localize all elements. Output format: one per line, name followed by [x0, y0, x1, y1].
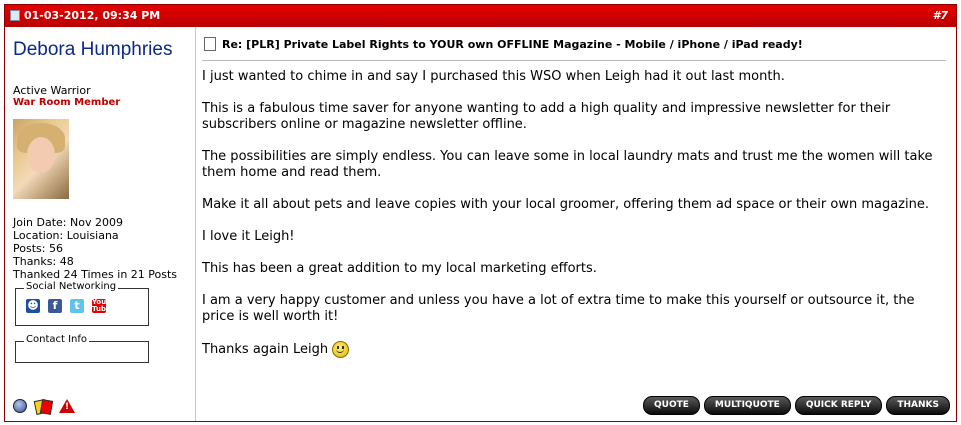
thanked-count: Thanked 24 Times in 21 Posts [13, 268, 178, 281]
quote-button[interactable]: QUOTE [643, 396, 700, 415]
facebook-icon[interactable]: f [48, 299, 62, 313]
quick-reply-button[interactable]: QUICK REPLY [794, 396, 883, 415]
post-icon [10, 10, 20, 21]
location: Location: Louisiana [13, 229, 119, 242]
post-closing-text: Thanks again Leigh [202, 342, 329, 357]
post-title-text: Re: [PLR] Private Label Rights to YOUR o… [222, 37, 803, 51]
user-sidebar: Debora Humphries Active Warrior War Room… [5, 27, 196, 421]
report-post-icon[interactable]: ! [59, 399, 75, 413]
contact-info-box: Contact Info [15, 334, 149, 363]
post-paragraph: This has been a great addition to my loc… [202, 261, 597, 276]
posts-count: Posts: 56 [13, 242, 63, 255]
post-paragraph: Make it all about pets and leave copies … [202, 197, 929, 212]
post-number-link[interactable]: #7 [933, 9, 948, 22]
join-date: Join Date: Nov 2009 [13, 216, 123, 229]
social-networking-box: Social Networking ☻ f t You Tube [15, 281, 149, 326]
user-stats: Join Date: Nov 2009 Location: Louisiana … [13, 216, 177, 281]
post-paragraph: I love it Leigh! [202, 229, 295, 244]
forum-post: 01-03-2012, 09:34 PM #7 Debora Humphries… [4, 4, 957, 422]
multiquote-button[interactable]: MULTIQUOTE [703, 396, 791, 415]
post-title: Re: [PLR] Private Label Rights to YOUR o… [204, 37, 803, 51]
post-date: 01-03-2012, 09:34 PM [10, 9, 160, 22]
user-title: Active Warrior [13, 84, 91, 97]
online-status-icon [13, 399, 27, 413]
thanks-count: Thanks: 48 [13, 255, 74, 268]
post-actions: QUOTE MULTIQUOTE QUICK REPLY THANKS [643, 396, 950, 415]
title-divider [202, 60, 946, 61]
myspace-icon[interactable]: ☻ [26, 299, 40, 313]
document-icon [204, 37, 216, 51]
username-link[interactable]: Debora Humphries [13, 39, 172, 61]
post-paragraph: This is a fabulous time saver for anyone… [202, 101, 891, 132]
thanks-button[interactable]: THANKS [886, 396, 950, 415]
smiley-icon [332, 341, 350, 358]
avatar-face [27, 137, 55, 173]
youtube-icon[interactable]: You Tube [92, 299, 111, 313]
post-date-text: 01-03-2012, 09:34 PM [24, 9, 161, 22]
post-paragraph: The possibilities are simply endless. Yo… [202, 149, 933, 180]
user-action-icons: ! [13, 399, 75, 415]
post-content: Re: [PLR] Private Label Rights to YOUR o… [196, 27, 956, 421]
post-header: 01-03-2012, 09:34 PM #7 [5, 5, 956, 27]
post-paragraph: I just wanted to chime in and say I purc… [202, 69, 785, 84]
twitter-icon[interactable]: t [70, 299, 84, 313]
post-paragraph-last: Thanks again Leigh [202, 341, 948, 358]
contact-info-label: Contact Info [24, 334, 90, 345]
social-networking-label: Social Networking [24, 281, 119, 292]
post-body: I just wanted to chime in and say I purc… [202, 69, 948, 374]
user-rank: War Room Member [13, 97, 121, 108]
avatar[interactable] [13, 119, 69, 199]
post-paragraph: I am a very happy customer and unless yo… [202, 293, 915, 324]
infractions-icon[interactable] [33, 399, 54, 415]
